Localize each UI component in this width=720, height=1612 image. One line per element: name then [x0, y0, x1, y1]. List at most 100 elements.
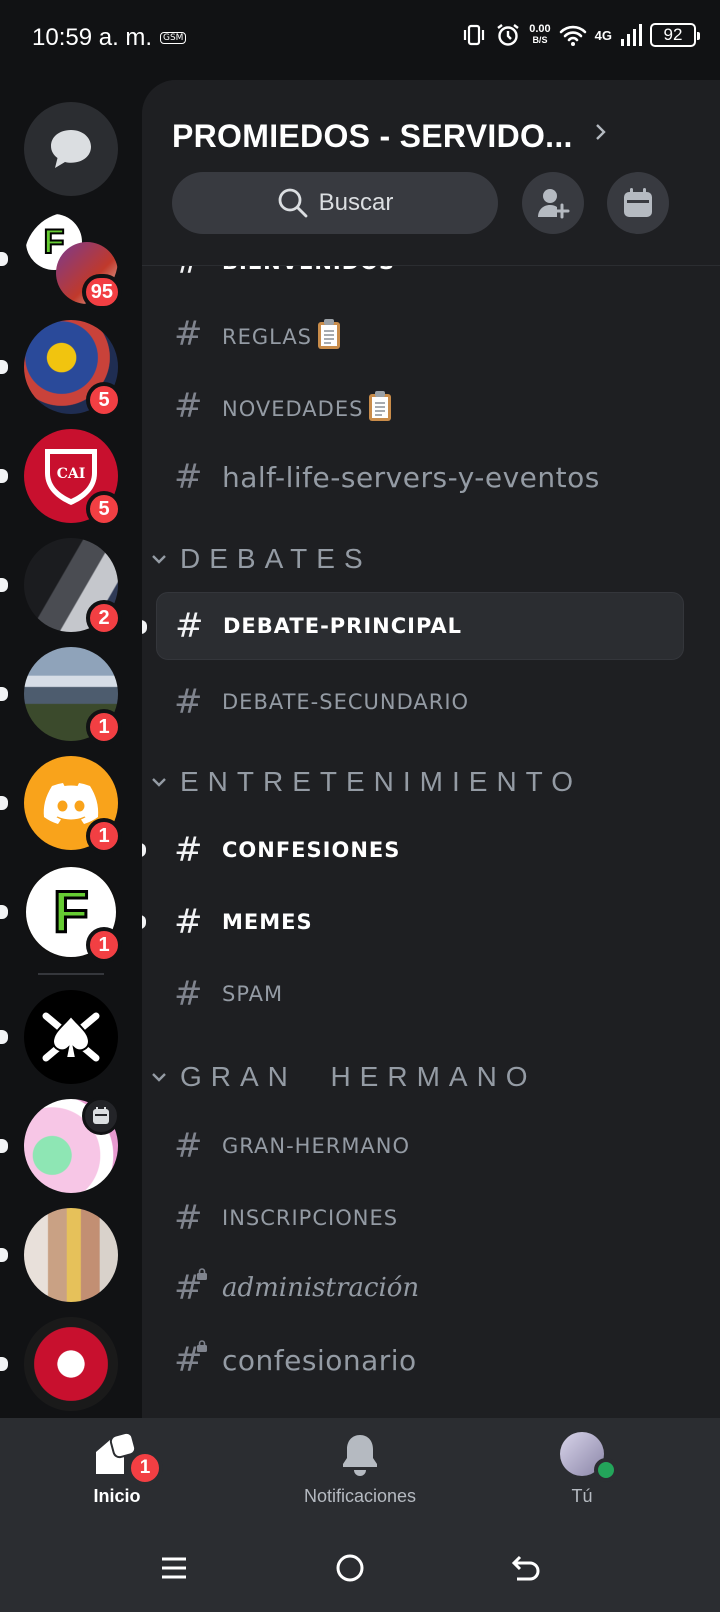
- net-speed: 0.00 B/S: [529, 24, 550, 46]
- net-speed-value: 0.00: [529, 23, 551, 35]
- channel-name: administración: [222, 1273, 420, 1303]
- channel-memes[interactable]: # MEMES: [142, 888, 684, 956]
- unread-indicator: [0, 252, 8, 266]
- wifi-icon: [559, 25, 586, 46]
- server-icon[interactable]: CAI 5: [0, 429, 122, 527]
- channel-spam[interactable]: # SPAM: [156, 960, 684, 1028]
- calendar-icon: [93, 1107, 109, 1124]
- chat-bubble-icon: [51, 130, 91, 168]
- recent-apps-button[interactable]: [152, 1546, 196, 1590]
- category-gran-hermano[interactable]: GRAN HERMANO: [150, 1052, 537, 1102]
- server-icon[interactable]: 1: [0, 647, 122, 745]
- unread-indicator: [0, 905, 8, 919]
- unread-indicator: [0, 1139, 8, 1153]
- hash-icon: #: [174, 974, 203, 1014]
- unread-indicator: [0, 1030, 8, 1044]
- chevron-down-icon: [152, 778, 166, 787]
- server-icon[interactable]: 2: [0, 538, 122, 636]
- nav-home[interactable]: 1 Inicio: [27, 1432, 207, 1507]
- channel-name: NOVEDADES: [222, 390, 393, 422]
- server-icon[interactable]: [0, 1317, 118, 1411]
- channel-name: half-life-servers-y-eventos: [222, 460, 600, 494]
- event-badge: [82, 1097, 120, 1135]
- channel-inscripciones[interactable]: # INSCRIPCIONES: [156, 1184, 684, 1252]
- nav-home-label: Inicio: [93, 1486, 141, 1506]
- home-button[interactable]: [328, 1546, 372, 1590]
- alarm-icon: [497, 24, 519, 46]
- channel-name: DEBATE-PRINCIPAL: [223, 614, 463, 638]
- bell-icon: [343, 1435, 377, 1476]
- channel-name-text: REGLAS: [222, 325, 313, 349]
- channel-reglas[interactable]: # REGLAS: [156, 300, 684, 368]
- vibrate-icon: [464, 24, 485, 46]
- unread-indicator: [142, 915, 146, 929]
- server-rail: F 95 5 CAI 5 2 1 1 F 1: [0, 80, 142, 1418]
- channel-name: MEMES: [222, 910, 313, 934]
- unread-indicator: [0, 1248, 8, 1262]
- hash-icon: #: [174, 1198, 203, 1238]
- add-user-icon: [538, 189, 570, 219]
- server-icon[interactable]: 5: [0, 320, 122, 418]
- channel-name-text: NOVEDADES: [222, 397, 364, 421]
- channel-half-life[interactable]: # half-life-servers-y-eventos: [156, 443, 684, 511]
- net-speed-unit: B/S: [532, 35, 548, 45]
- signal-icon: [621, 24, 642, 46]
- hash-icon: #: [174, 1126, 203, 1166]
- channel-administracion[interactable]: # administración: [156, 1254, 684, 1322]
- unread-indicator: [142, 620, 147, 634]
- online-status-indicator: [594, 1458, 618, 1482]
- mention-badge: 5: [86, 491, 122, 527]
- rail-separator: [38, 973, 104, 975]
- events-button[interactable]: [607, 172, 669, 234]
- back-arrow-icon: [511, 1555, 540, 1581]
- mention-badge: 1: [86, 709, 122, 745]
- direct-messages-button[interactable]: [24, 102, 118, 196]
- server-icon[interactable]: 1: [0, 756, 122, 854]
- server-title[interactable]: PROMIEDOS - SERVIDO...: [172, 118, 573, 155]
- hash-icon: #: [175, 606, 204, 646]
- channel-confesiones[interactable]: # CONFESIONES: [142, 816, 684, 884]
- battery-level: 92: [663, 25, 683, 44]
- chevron-down-icon: [152, 555, 166, 564]
- home-badge: 1: [127, 1450, 163, 1486]
- server-icon[interactable]: F 1: [0, 865, 122, 963]
- nav-you[interactable]: Tú: [492, 1432, 672, 1507]
- channel-name: confesionario: [222, 1343, 417, 1377]
- channel-debate-principal[interactable]: # DEBATE-PRINCIPAL: [142, 592, 684, 660]
- nav-notifications-label: Notificaciones: [303, 1486, 417, 1506]
- status-time: 10:59 a. m.: [32, 24, 153, 51]
- invite-members-button[interactable]: [522, 172, 584, 234]
- channel-novedades[interactable]: # NOVEDADES: [156, 372, 684, 440]
- category-name: ENTRETENIMIENTO: [180, 766, 583, 797]
- channel-name: CONFESIONES: [222, 838, 401, 862]
- search-label: Buscar: [318, 189, 394, 216]
- server-icon[interactable]: [0, 990, 118, 1084]
- category-debates[interactable]: DEBATES: [150, 534, 372, 584]
- server-avatar: [24, 990, 118, 1084]
- mention-badge: 1: [86, 818, 122, 854]
- search-button[interactable]: Buscar: [172, 172, 498, 234]
- server-icon[interactable]: F 95: [0, 212, 122, 310]
- channel-debate-secundario[interactable]: # DEBATE-SECUNDARIO: [156, 668, 684, 736]
- channel-panel: PROMIEDOS - SERVIDO... Buscar # BIENVENI…: [142, 80, 720, 1418]
- hash-icon: #: [174, 830, 203, 870]
- unread-indicator: [0, 796, 8, 810]
- category-entretenimiento[interactable]: ENTRETENIMIENTO: [150, 757, 582, 807]
- back-button[interactable]: [504, 1546, 548, 1590]
- hash-icon: #: [174, 682, 203, 722]
- server-icon[interactable]: [0, 1208, 118, 1302]
- server-avatar: [24, 1208, 118, 1302]
- discord-logo-icon: [43, 783, 99, 824]
- chevron-right-icon[interactable]: [594, 122, 608, 142]
- search-icon: [278, 188, 308, 218]
- status-icons: 0.00 B/S 4G 92: [461, 22, 700, 48]
- channel-gran-hermano[interactable]: # GRAN-HERMANO: [156, 1112, 684, 1180]
- server-icon[interactable]: [0, 1097, 120, 1193]
- clipboard-emoji-icon: [369, 391, 392, 421]
- svg-text:CAI: CAI: [57, 466, 86, 482]
- channel-confesionario[interactable]: # confesionario: [156, 1326, 684, 1394]
- hash-icon: #: [174, 386, 203, 426]
- category-name: DEBATES: [180, 543, 372, 574]
- nav-notifications[interactable]: Notificaciones: [270, 1432, 450, 1507]
- user-avatar: [560, 1432, 618, 1482]
